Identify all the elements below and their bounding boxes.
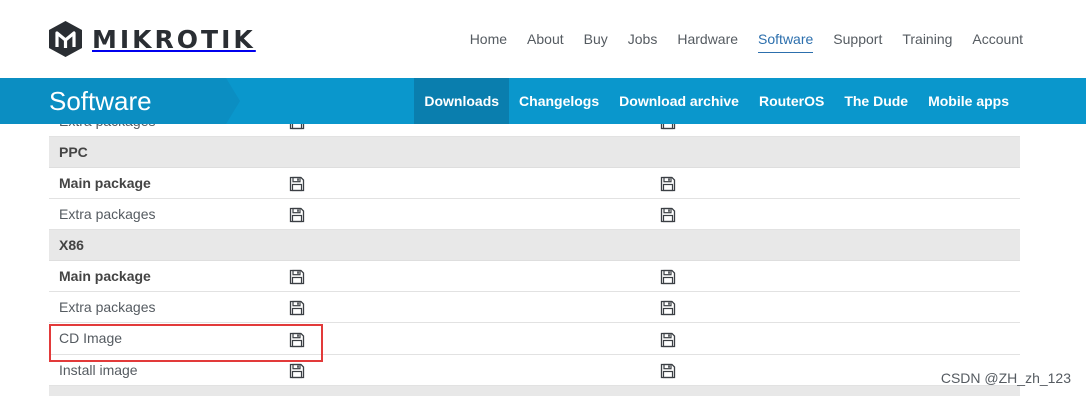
- floppy-disk-icon: [660, 176, 676, 192]
- group-label: PPC: [59, 144, 88, 160]
- tab-the-dude[interactable]: The Dude: [834, 78, 918, 124]
- download-testing-icon[interactable]: [660, 300, 676, 316]
- row-label: Main package: [59, 268, 151, 284]
- nav-training[interactable]: Training: [902, 31, 952, 53]
- download-testing-icon[interactable]: [660, 207, 676, 223]
- tab-download-archive[interactable]: Download archive: [609, 78, 749, 124]
- table-row: Main package: [49, 261, 1020, 292]
- download-testing-icon[interactable]: [660, 176, 676, 192]
- floppy-disk-icon: [660, 269, 676, 285]
- download-stable-icon[interactable]: [289, 207, 305, 223]
- mikrotik-logo-icon: [49, 21, 82, 57]
- floppy-disk-icon: [660, 207, 676, 223]
- nav-software[interactable]: Software: [758, 31, 814, 53]
- download-testing-icon[interactable]: [660, 269, 676, 285]
- section-nav: Downloads Changelogs Download archive Ro…: [414, 78, 1019, 124]
- table-row: Extra packages: [49, 292, 1020, 323]
- row-label: Extra packages: [59, 206, 156, 222]
- tab-routeros[interactable]: RouterOS: [749, 78, 834, 124]
- floppy-disk-icon: [289, 176, 305, 192]
- tab-changelogs[interactable]: Changelogs: [509, 78, 609, 124]
- table-row: Main package: [49, 168, 1020, 199]
- section-bar: Software Downloads Changelogs Download a…: [0, 78, 1086, 124]
- nav-hardware[interactable]: Hardware: [677, 31, 738, 53]
- group-label: X86: [59, 237, 84, 253]
- row-label: Main package: [59, 175, 151, 191]
- table-row: Extra packages: [49, 199, 1020, 230]
- group-row-x86: X86: [49, 230, 1020, 261]
- nav-home[interactable]: Home: [470, 31, 507, 53]
- tab-downloads[interactable]: Downloads: [414, 78, 510, 124]
- floppy-disk-icon: [289, 207, 305, 223]
- floppy-disk-icon: [660, 332, 676, 348]
- download-testing-icon[interactable]: [660, 363, 676, 379]
- download-testing-icon[interactable]: [660, 332, 676, 348]
- main-nav: Home About Buy Jobs Hardware Software Su…: [450, 31, 1023, 53]
- floppy-disk-icon: [660, 300, 676, 316]
- download-stable-icon[interactable]: [289, 176, 305, 192]
- download-stable-icon[interactable]: [289, 300, 305, 316]
- floppy-disk-icon: [289, 269, 305, 285]
- highlight-box: [49, 324, 323, 362]
- nav-about[interactable]: About: [527, 31, 564, 53]
- row-label: Extra packages: [59, 299, 156, 315]
- floppy-disk-icon: [289, 363, 305, 379]
- nav-account[interactable]: Account: [972, 31, 1023, 53]
- nav-buy[interactable]: Buy: [584, 31, 608, 53]
- tab-mobile-apps[interactable]: Mobile apps: [918, 78, 1019, 124]
- group-row-ppc: PPC: [49, 137, 1020, 168]
- floppy-disk-icon: [660, 363, 676, 379]
- nav-jobs[interactable]: Jobs: [628, 31, 658, 53]
- download-stable-icon[interactable]: [289, 363, 305, 379]
- mikrotik-logo[interactable]: MIKROTIK: [49, 21, 256, 57]
- section-arrow: [226, 78, 240, 124]
- site-header: MIKROTIK Home About Buy Jobs Hardware So…: [0, 0, 1086, 78]
- page-title: Software: [49, 86, 152, 116]
- download-stable-icon[interactable]: [289, 269, 305, 285]
- brand-name: MIKROTIK: [92, 24, 256, 54]
- floppy-disk-icon: [289, 300, 305, 316]
- nav-support[interactable]: Support: [833, 31, 882, 53]
- watermark: CSDN @ZH_zh_123: [940, 370, 1071, 386]
